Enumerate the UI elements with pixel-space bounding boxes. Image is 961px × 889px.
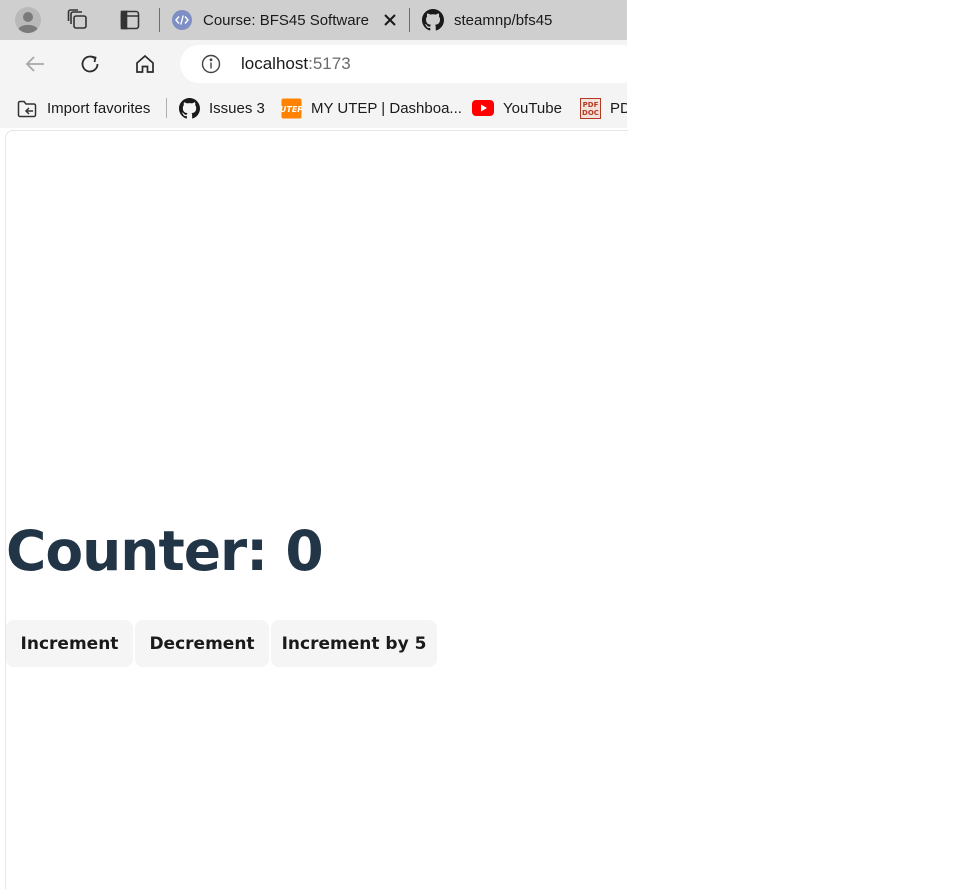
decrement-button[interactable]: Decrement: [135, 620, 269, 667]
tab-steamnp-bfs45[interactable]: steamnp/bfs45: [422, 0, 622, 40]
favorite-issues[interactable]: Issues 3: [178, 96, 265, 120]
profile-avatar-icon[interactable]: [14, 6, 42, 34]
workspaces-icon[interactable]: [64, 6, 92, 34]
favorite-label: MY UTEP | Dashboa...: [311, 99, 462, 117]
counter-controls: Increment Decrement Increment by 5: [6, 620, 437, 667]
youtube-icon: [472, 97, 494, 119]
vertical-tabs-icon[interactable]: [116, 6, 144, 34]
navigation-toolbar: localhost:5173: [0, 40, 640, 88]
tab-course-bfs45[interactable]: Course: BFS45 Software E: [171, 0, 371, 40]
site-info-icon[interactable]: [201, 54, 221, 74]
counter-heading: Counter: 0: [6, 519, 324, 583]
browser-window: Course: BFS45 Software E steamnp/bfs45 l…: [0, 0, 640, 889]
utep-icon: UTEP: [280, 97, 302, 119]
back-arrow-icon[interactable]: [20, 49, 50, 79]
favorite-label: Issues 3: [209, 99, 265, 117]
counter-label: Counter:: [6, 519, 268, 583]
course-favicon-icon: [171, 9, 193, 31]
page-viewport: Counter: 0 Increment Decrement Increment…: [5, 130, 628, 889]
url-port: :5173: [308, 54, 351, 73]
favorite-pdf[interactable]: PDF DOC PD: [579, 96, 627, 120]
tab-separator: [159, 8, 160, 32]
favorite-label: PD: [610, 99, 627, 117]
favorite-youtube[interactable]: YouTube: [472, 96, 562, 120]
favorite-label: YouTube: [503, 99, 562, 117]
tab-title: steamnp/bfs45: [454, 11, 553, 29]
home-icon[interactable]: [130, 49, 160, 79]
refresh-icon[interactable]: [75, 49, 105, 79]
url-host: localhost: [241, 54, 309, 73]
svg-text:DOC: DOC: [582, 109, 599, 117]
tab-title: Course: BFS45 Software E: [203, 11, 371, 29]
svg-text:UTEP: UTEP: [281, 105, 302, 114]
github-icon: [178, 97, 200, 119]
increment-button[interactable]: Increment: [6, 620, 133, 667]
close-tab-icon[interactable]: [380, 10, 400, 30]
favorite-label: Import favorites: [47, 99, 151, 117]
increment-by-5-button[interactable]: Increment by 5: [271, 620, 437, 667]
favorite-import-favorites[interactable]: Import favorites: [16, 96, 150, 120]
address-bar[interactable]: localhost:5173: [180, 45, 640, 83]
favorites-bar: Import favorites Issues 3 UTEP MY UTEP |…: [0, 88, 627, 128]
favorites-separator: [166, 98, 167, 118]
svg-text:PDF: PDF: [582, 101, 598, 109]
import-favorites-icon: [16, 97, 38, 119]
pdf-doc-icon: PDF DOC: [579, 97, 601, 119]
tab-separator: [409, 8, 410, 32]
github-icon: [422, 9, 444, 31]
tab-strip: Course: BFS45 Software E steamnp/bfs45: [0, 0, 627, 40]
url-text[interactable]: localhost:5173: [241, 54, 351, 74]
counter-value: 0: [285, 519, 323, 583]
favorite-my-utep[interactable]: UTEP MY UTEP | Dashboa...: [280, 96, 462, 120]
